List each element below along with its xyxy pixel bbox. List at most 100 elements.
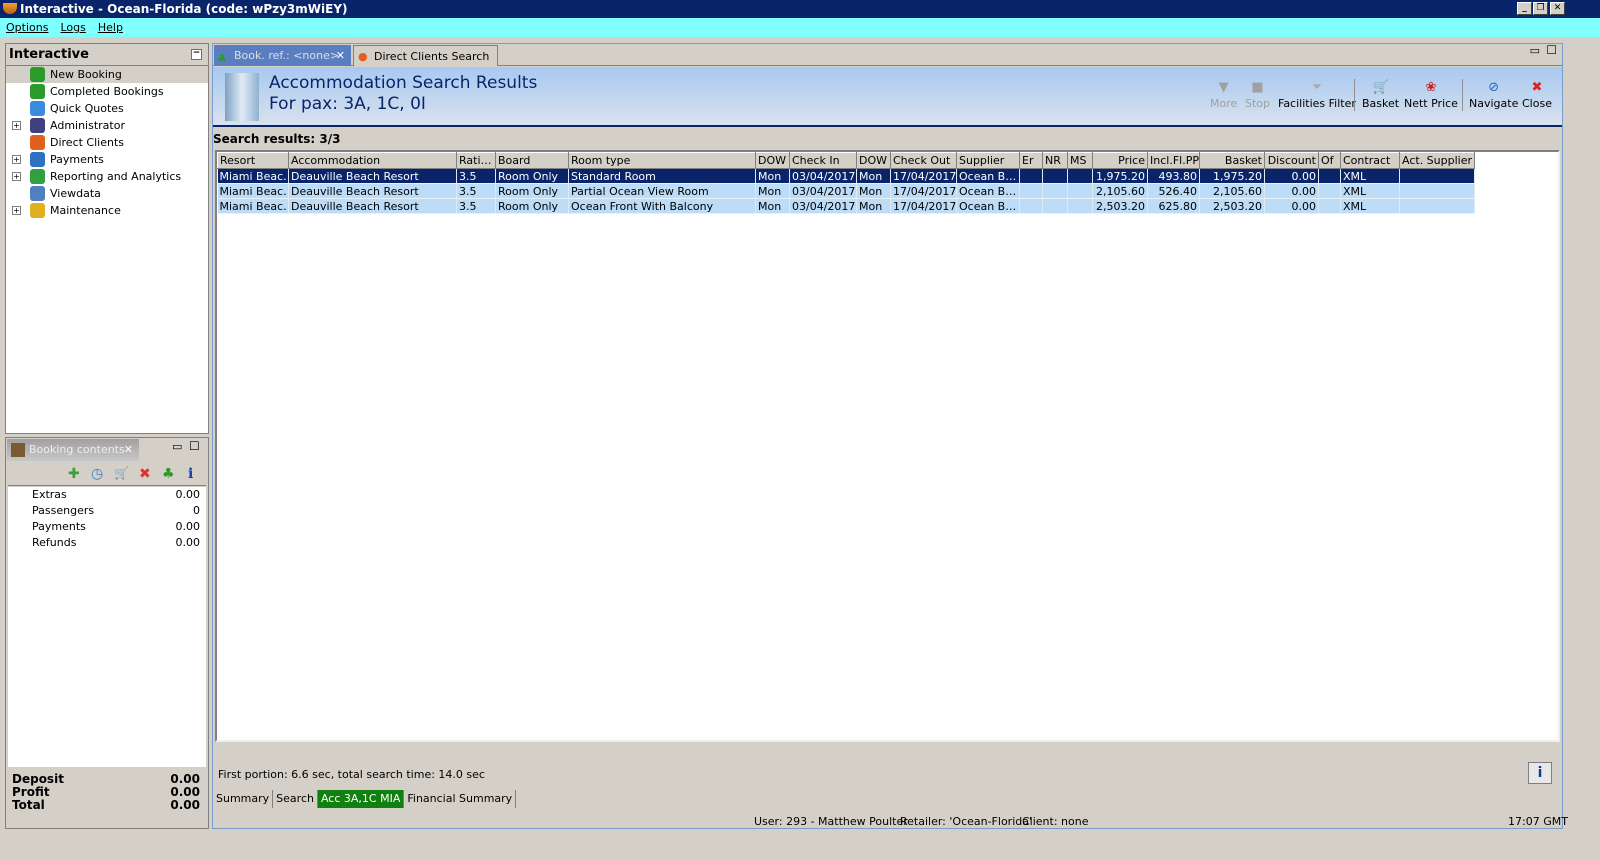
column-header[interactable]: Contract xyxy=(1340,152,1400,169)
table-cell: 03/04/2017 xyxy=(789,168,857,184)
nav-item-administrator[interactable]: + Administrator xyxy=(6,117,208,134)
nav-item-icon xyxy=(30,67,45,82)
bottom-tab[interactable]: Summary xyxy=(213,790,274,808)
stop-label: Stop xyxy=(1245,97,1271,110)
total-label: Deposit xyxy=(12,772,64,786)
nav-item-direct-clients[interactable]: Direct Clients xyxy=(6,134,208,151)
maximize-panel-icon[interactable]: ☐ xyxy=(1546,43,1557,57)
column-header[interactable]: Basket xyxy=(1199,152,1265,169)
bottom-tab[interactable]: Financial Summary xyxy=(404,790,517,808)
close-window-button[interactable]: ✕ xyxy=(1550,2,1565,15)
minimize-button[interactable]: _ xyxy=(1517,2,1532,15)
tab-direct-clients-search[interactable]: ● Direct Clients Search xyxy=(353,45,498,66)
table-row[interactable]: Miami Beac… Deauville Beach Resort 3.5 Room… xyxy=(217,198,1475,214)
palm-icon: ♣ xyxy=(217,52,227,65)
booking-contents-label: Booking contents xyxy=(29,443,125,456)
maximize-panel-icon[interactable]: ☐ xyxy=(189,439,200,453)
column-header[interactable]: Discount xyxy=(1264,152,1319,169)
nett-price-button[interactable]: ❀ Nett Price xyxy=(1404,79,1458,110)
table-row[interactable]: Miami Beac… Deauville Beach Resort 3.5 Room… xyxy=(217,168,1475,184)
nav-item-icon xyxy=(30,135,45,150)
facilities-filter-button[interactable]: ⏷ Facilities Filter xyxy=(1278,79,1356,110)
nav-item-quick-quotes[interactable]: Quick Quotes xyxy=(6,100,208,117)
close-button[interactable]: ✖ Close xyxy=(1522,79,1552,110)
table-row[interactable]: Miami Beac… Deauville Beach Resort 3.5 Room… xyxy=(217,183,1475,199)
total-label: Profit xyxy=(12,785,50,799)
minimize-panel-icon[interactable]: ▭ xyxy=(1530,44,1540,57)
info-icon[interactable]: i xyxy=(188,466,193,482)
tab-booking-ref[interactable]: ♣ Book. ref.: <none> ✕ xyxy=(214,45,351,66)
booking-contents-tab[interactable]: Booking contents ✕ xyxy=(7,439,139,461)
nav-item-maintenance[interactable]: + Maintenance xyxy=(6,202,208,219)
nav-item-viewdata[interactable]: Viewdata xyxy=(6,185,208,202)
page-title: Accommodation Search Results xyxy=(269,73,538,93)
column-header[interactable]: MS xyxy=(1067,152,1093,169)
column-header[interactable]: Accommodation xyxy=(288,152,457,169)
add-icon[interactable]: ✚ xyxy=(68,466,80,482)
table-cell: Miami Beac… xyxy=(217,183,289,199)
table-cell: Mon xyxy=(856,168,891,184)
column-header[interactable]: Of xyxy=(1318,152,1341,169)
table-cell: Deauville Beach Resort xyxy=(288,183,457,199)
table-cell xyxy=(1318,183,1341,199)
bottom-tab[interactable]: Acc 3A,1C MIA xyxy=(317,790,405,808)
collapse-icon[interactable]: − xyxy=(191,49,202,60)
nav-item-label: Direct Clients xyxy=(50,136,125,149)
restore-button[interactable]: ❐ xyxy=(1533,2,1548,15)
close-tab-icon[interactable]: ✕ xyxy=(336,45,345,66)
table-cell: 0.00 xyxy=(1264,168,1319,184)
booking-row-value: 0.00 xyxy=(175,520,201,533)
basket-transfer-icon[interactable]: 🛒 xyxy=(114,466,129,480)
nav-item-icon xyxy=(30,84,45,99)
column-header[interactable]: Price xyxy=(1092,152,1148,169)
column-header[interactable]: Resort xyxy=(217,152,289,169)
table-cell: XML xyxy=(1340,168,1400,184)
column-header[interactable]: DOW xyxy=(755,152,790,169)
booking-row: Payments 0.00 xyxy=(8,519,206,535)
expand-icon[interactable]: + xyxy=(12,206,21,215)
nav-item-completed-bookings[interactable]: Completed Bookings xyxy=(6,83,208,100)
column-header[interactable]: Rati… xyxy=(456,152,496,169)
column-header[interactable]: Er xyxy=(1019,152,1043,169)
delete-icon[interactable]: ✖ xyxy=(139,466,151,482)
minimize-panel-icon[interactable]: ▭ xyxy=(172,440,182,453)
info-button[interactable]: i xyxy=(1528,762,1552,784)
table-cell: Ocean Front With Balcony xyxy=(568,198,756,214)
expand-icon[interactable]: + xyxy=(12,121,21,130)
column-header[interactable]: NR xyxy=(1042,152,1068,169)
column-header[interactable]: Check Out xyxy=(890,152,957,169)
column-header[interactable]: Act. Supplier xyxy=(1399,152,1475,169)
status-retailer: Retailer: 'Ocean-Florida' xyxy=(900,815,1032,828)
basket-button[interactable]: 🛒 Basket xyxy=(1362,79,1399,110)
nav-item-payments[interactable]: + Payments xyxy=(6,151,208,168)
column-header[interactable]: Incl.Fl.PP xyxy=(1147,152,1200,169)
column-header[interactable]: Room type xyxy=(568,152,756,169)
navigate-button[interactable]: ⊘ Navigate xyxy=(1469,79,1518,110)
nav-item-reporting-and-analytics[interactable]: + Reporting and Analytics xyxy=(6,168,208,185)
menu-help[interactable]: Help xyxy=(98,21,123,34)
clock-icon[interactable]: ◷ xyxy=(91,466,103,482)
table-cell: 2,105.60 xyxy=(1092,183,1148,199)
expand-icon[interactable]: + xyxy=(12,155,21,164)
column-header[interactable]: Check In xyxy=(789,152,857,169)
stop-button[interactable]: ■ Stop xyxy=(1245,79,1270,110)
column-header[interactable]: Board xyxy=(495,152,569,169)
direct-clients-icon: ● xyxy=(358,50,368,63)
close-tab-icon[interactable]: ✕ xyxy=(124,439,133,461)
nav-item-new-booking[interactable]: New Booking xyxy=(6,66,208,83)
bottom-tab[interactable]: Search xyxy=(273,790,318,808)
column-header[interactable]: Supplier xyxy=(956,152,1020,169)
menu-options[interactable]: Options xyxy=(6,21,48,34)
palm-icon[interactable]: ♣ xyxy=(162,466,175,482)
expand-icon[interactable]: + xyxy=(12,172,21,181)
close-icon: ✖ xyxy=(1531,80,1543,95)
table-cell: Mon xyxy=(755,198,790,214)
menu-logs[interactable]: Logs xyxy=(60,21,85,34)
more-button[interactable]: ▼ More xyxy=(1210,79,1237,110)
total-row: Total 0.00 xyxy=(12,799,200,812)
table-cell: Partial Ocean View Room xyxy=(568,183,756,199)
column-header[interactable]: DOW xyxy=(856,152,891,169)
close-label: Close xyxy=(1522,97,1552,110)
booking-row-label: Passengers xyxy=(32,504,95,517)
table-cell: 625.80 xyxy=(1147,198,1200,214)
